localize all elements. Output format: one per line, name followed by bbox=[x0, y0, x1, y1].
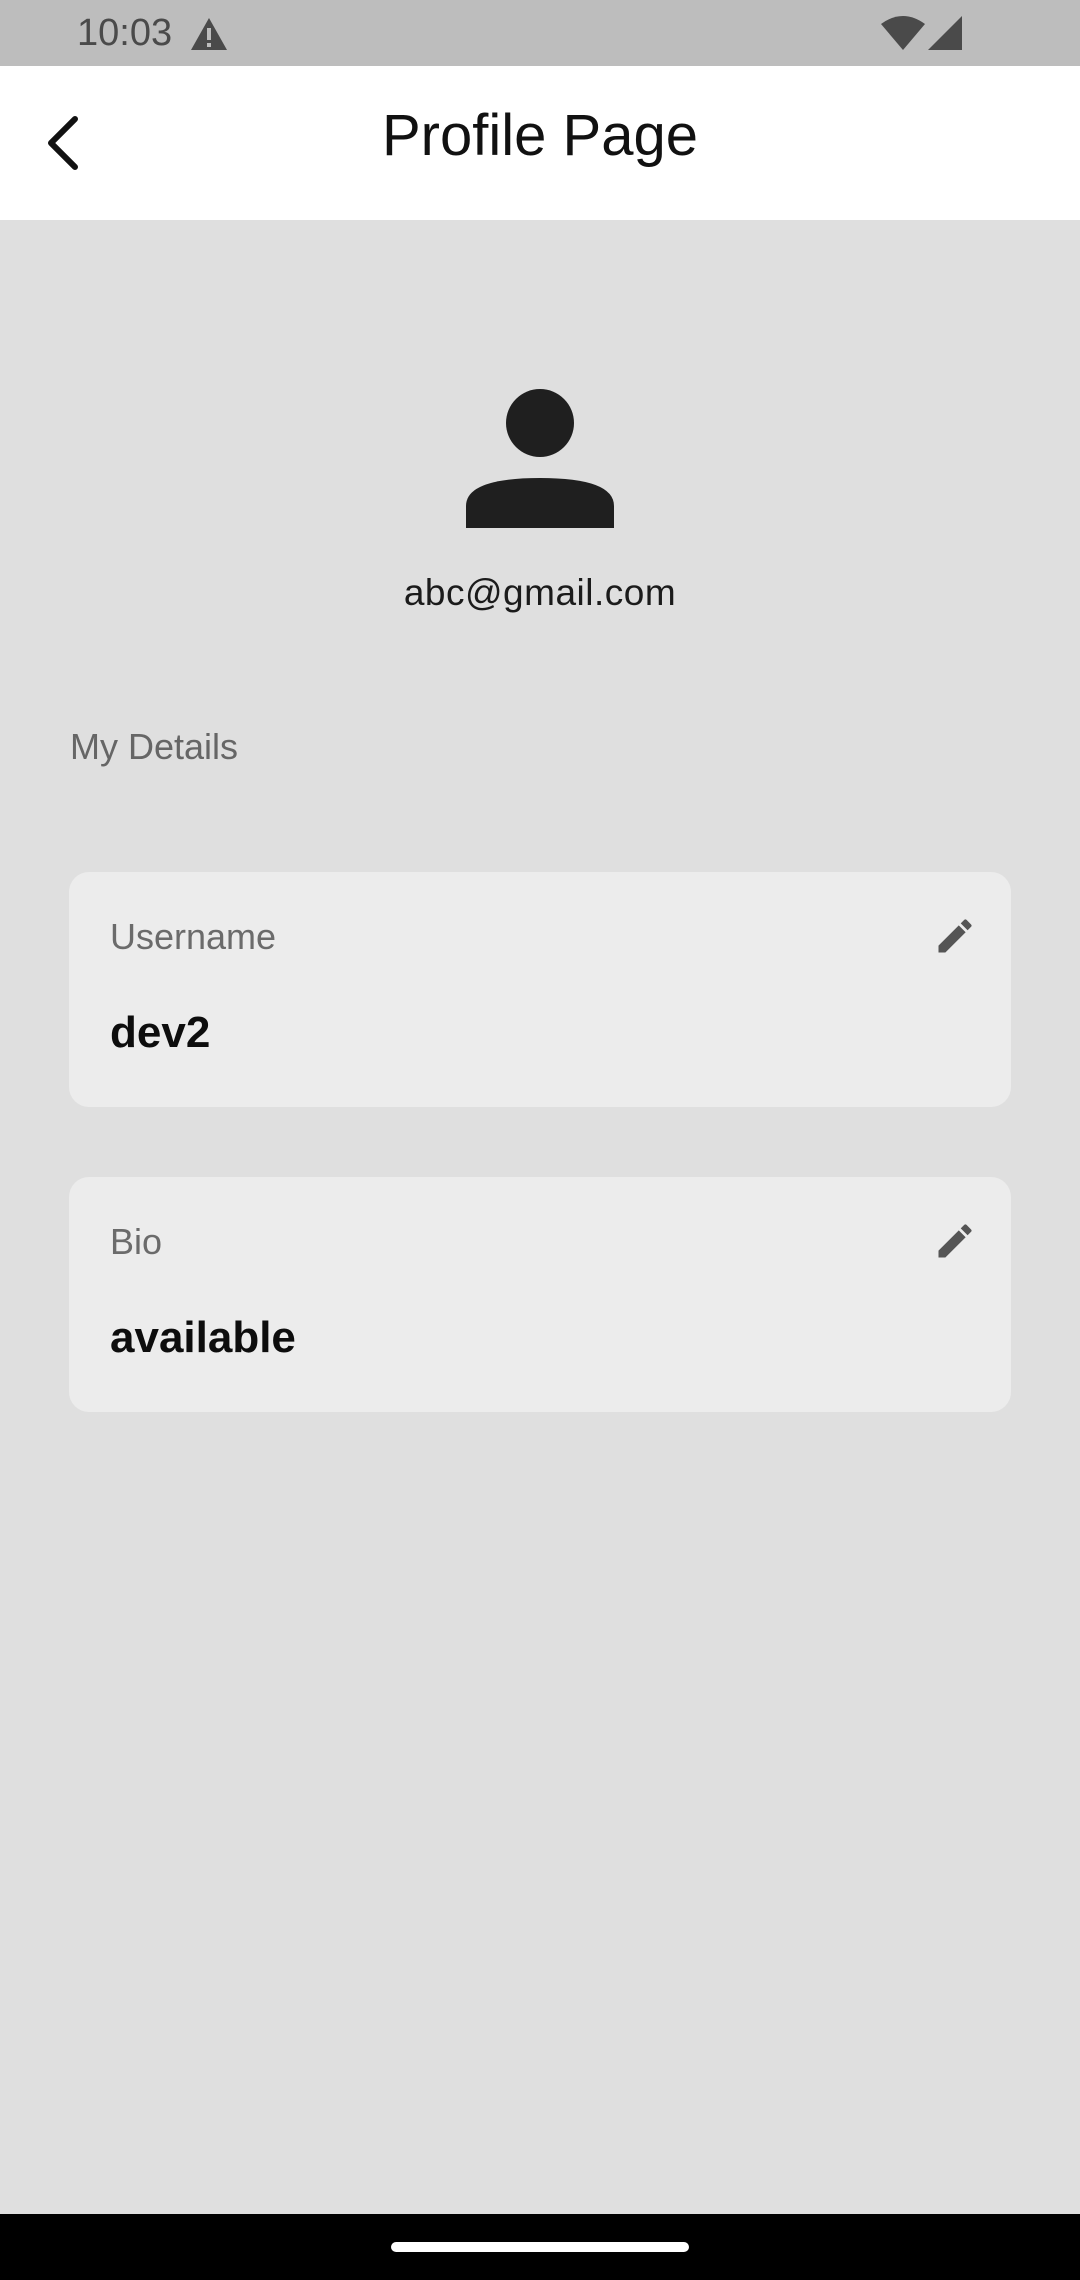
pencil-icon bbox=[938, 919, 972, 953]
warning-icon bbox=[191, 18, 227, 50]
signal-icon bbox=[928, 16, 962, 50]
bio-value: available bbox=[110, 1313, 296, 1362]
username-value: dev2 bbox=[110, 1008, 211, 1057]
username-card: Username dev2 bbox=[69, 872, 1011, 1107]
section-title-my-details: My Details bbox=[70, 726, 239, 767]
page-title: Profile Page bbox=[382, 103, 698, 168]
person-icon[interactable] bbox=[466, 388, 614, 528]
bio-card: Bio available bbox=[69, 1177, 1011, 1412]
edit-username-button[interactable] bbox=[927, 908, 983, 964]
profile-email: abc@gmail.com bbox=[403, 572, 677, 613]
home-indicator[interactable] bbox=[391, 2242, 689, 2252]
pencil-icon bbox=[938, 1224, 972, 1258]
app-bar: Profile Page bbox=[0, 66, 1080, 220]
wifi-icon bbox=[881, 16, 925, 50]
system-nav-bar bbox=[0, 2214, 1080, 2280]
status-time: 10:03 bbox=[77, 12, 173, 54]
edit-bio-button[interactable] bbox=[927, 1213, 983, 1269]
bio-label: Bio bbox=[110, 1221, 163, 1262]
status-bar: 10:03 bbox=[0, 0, 1080, 66]
username-label: Username bbox=[110, 916, 277, 957]
